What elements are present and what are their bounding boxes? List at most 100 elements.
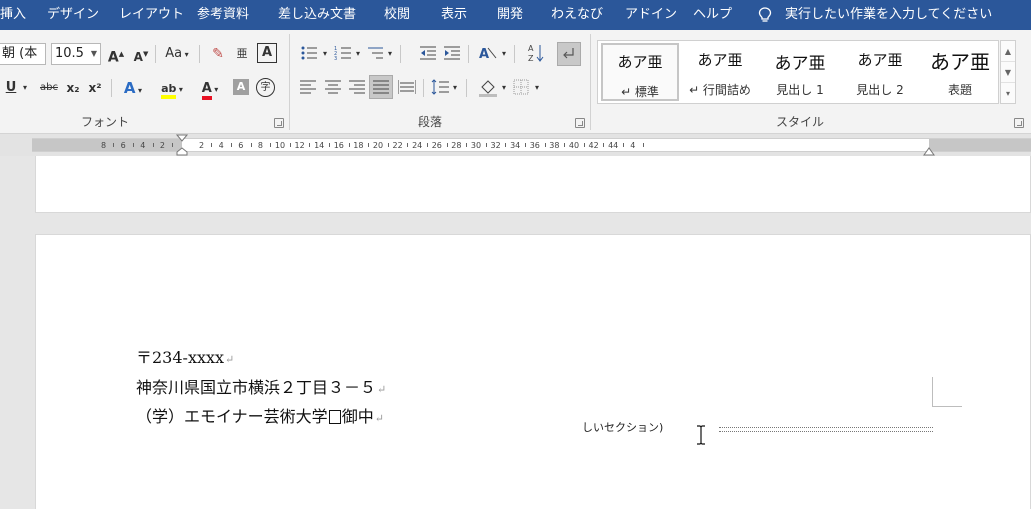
menu-insert[interactable]: 挿入 xyxy=(0,0,26,30)
style-name: 見出し 1 xyxy=(776,83,824,97)
paragraph-mark-icon: ↵ xyxy=(225,353,235,366)
right-indent-marker[interactable] xyxy=(923,146,935,156)
menu-review[interactable]: 校閲 xyxy=(384,0,410,30)
chevron-down-icon[interactable]: ▾ xyxy=(385,43,395,65)
superscript-button[interactable]: x² xyxy=(86,77,104,99)
menu-developer[interactable]: 開発 xyxy=(497,0,523,30)
divider xyxy=(466,79,467,97)
tell-me-input[interactable]: 実行したい作業を入力してください xyxy=(785,0,992,30)
horizontal-ruler[interactable]: 8 6 4 2 2 4 6 8 10 12 14 16 18 20 22 24 26 28 30 32 34 36 38 40… xyxy=(0,134,1031,156)
font-dialog-launcher-icon[interactable] xyxy=(274,118,284,128)
doc-line-recipient[interactable]: （学）エモイナー芸術大学 御中↵ xyxy=(136,406,384,430)
decrease-indent-icon[interactable] xyxy=(419,44,437,62)
font-size-combo[interactable]: 10.5 ▼ xyxy=(51,43,101,65)
align-left-icon[interactable] xyxy=(300,80,316,94)
text-effects-button[interactable]: A ▾ xyxy=(118,77,148,99)
chevron-down-icon[interactable]: ▾ xyxy=(353,43,363,65)
chevron-down-icon[interactable]: ▾ xyxy=(532,77,542,99)
font-color-button[interactable]: A ▾ xyxy=(194,77,226,100)
enclose-characters-button[interactable]: 字 xyxy=(256,78,275,97)
menu-design[interactable]: デザイン xyxy=(47,0,99,30)
chevron-down-icon[interactable]: ▾ xyxy=(20,77,30,99)
ruler-number: 10 xyxy=(274,141,286,150)
menu-references[interactable]: 参考資料 xyxy=(197,0,249,30)
multilevel-list-icon[interactable] xyxy=(366,44,384,62)
style-normal[interactable]: あア亜 ↵ 標準 xyxy=(601,43,679,101)
menu-help[interactable]: ヘルプ xyxy=(693,0,732,30)
menu-addins[interactable]: アドイン xyxy=(625,0,677,30)
change-case-button[interactable]: Aa ▾ xyxy=(160,43,194,65)
chevron-down-icon[interactable]: ▾ xyxy=(499,77,509,99)
phonetic-guide-icon: 亜 xyxy=(236,47,248,60)
chevron-down-icon[interactable]: ▾ xyxy=(450,77,460,99)
asian-layout-icon[interactable]: A xyxy=(478,44,498,62)
style-no-spacing[interactable]: あア亜 ↵ 行間詰め xyxy=(681,43,759,101)
ruler-number: 30 xyxy=(470,141,482,150)
ruler-tick xyxy=(446,143,448,147)
space-mark-icon xyxy=(328,410,341,424)
paragraph-mark-icon: ↵ xyxy=(374,412,384,425)
phonetic-guide-button[interactable]: 亜 xyxy=(232,43,252,65)
doc-line-postcode[interactable]: 〒234-xxxx↵ xyxy=(136,347,234,371)
gallery-more-icon[interactable]: ▾ xyxy=(1001,83,1015,104)
underline-button[interactable]: U xyxy=(4,77,18,99)
ruler-tick xyxy=(505,143,507,147)
style-title[interactable]: あア亜 表題 xyxy=(921,43,999,101)
line-spacing-icon[interactable] xyxy=(431,79,449,95)
ruler-tick xyxy=(427,143,428,147)
highlight-color-button[interactable]: ab ▾ xyxy=(155,77,189,99)
scroll-down-icon[interactable]: ▼ xyxy=(1001,62,1015,83)
font-group-label: フォント xyxy=(80,115,129,129)
shading-icon[interactable] xyxy=(478,77,498,97)
highlight-label: ab xyxy=(161,82,177,99)
menu-layout[interactable]: レイアウト xyxy=(119,0,184,30)
clear-formatting-button[interactable]: ✎ xyxy=(208,43,228,65)
chevron-down-icon[interactable]: ▾ xyxy=(320,43,330,65)
ruler-number: 14 xyxy=(314,141,325,150)
menu-mailings[interactable]: 差し込み文書 xyxy=(278,0,356,30)
menu-view[interactable]: 表示 xyxy=(441,0,467,30)
increase-indent-icon[interactable] xyxy=(443,44,461,62)
menu-waenavi[interactable]: わえなび xyxy=(551,0,603,30)
paragraph-dialog-launcher-icon[interactable] xyxy=(575,118,585,128)
show-formatting-button[interactable] xyxy=(557,42,581,66)
svg-text:3: 3 xyxy=(334,56,337,62)
svg-text:A: A xyxy=(528,44,534,53)
character-shading-button[interactable]: A xyxy=(233,79,249,95)
ruler-tick xyxy=(289,143,291,147)
numbering-icon[interactable]: 123 xyxy=(334,44,352,62)
bullets-icon[interactable] xyxy=(300,44,318,62)
ruler-number: 38 xyxy=(549,141,560,150)
paragraph-group-label: 段落 xyxy=(417,115,442,129)
justify-button[interactable] xyxy=(369,75,393,99)
shrink-font-button[interactable]: A▼ xyxy=(131,43,151,65)
styles-dialog-launcher-icon[interactable] xyxy=(1014,118,1024,128)
character-border-button[interactable]: A xyxy=(257,43,277,63)
align-right-icon[interactable] xyxy=(349,80,365,94)
lightbulb-icon[interactable] xyxy=(758,7,772,23)
ruler-tick xyxy=(642,143,644,147)
distributed-icon[interactable] xyxy=(398,80,416,94)
chevron-down-icon[interactable]: ▾ xyxy=(499,43,509,65)
group-divider xyxy=(590,34,591,130)
scroll-up-icon[interactable]: ▲ xyxy=(1001,41,1015,62)
style-heading-2[interactable]: あア亜 見出し 2 xyxy=(841,43,919,101)
first-line-indent-marker[interactable] xyxy=(176,134,188,156)
page-current[interactable]: 〒234-xxxx↵ 神奈川県国立市横浜２丁目３－５↵ （学）エモイナー芸術大学… xyxy=(35,234,1031,509)
style-gallery-scroller[interactable]: ▲ ▼ ▾ xyxy=(1000,40,1016,104)
borders-icon[interactable] xyxy=(513,79,529,95)
subscript-button[interactable]: x₂ xyxy=(64,77,82,99)
style-heading-1[interactable]: あア亜 見出し 1 xyxy=(761,43,839,101)
font-name-combo[interactable]: 朝 (本 xyxy=(0,43,46,65)
ruler-number: 2 xyxy=(159,141,165,150)
ruler-number: 20 xyxy=(372,141,384,150)
ruler-tick xyxy=(583,143,585,147)
grow-font-button[interactable]: A▲ xyxy=(106,43,126,66)
doc-line-address[interactable]: 神奈川県国立市横浜２丁目３－５↵ xyxy=(136,377,386,401)
strikethrough-button[interactable]: abc xyxy=(37,77,61,99)
align-center-icon[interactable] xyxy=(325,80,341,94)
superscript-label: x² xyxy=(88,81,102,95)
ruler-tick xyxy=(603,143,605,147)
sort-icon[interactable]: AZ xyxy=(528,43,544,63)
style-sample: あア亜 xyxy=(930,50,990,74)
